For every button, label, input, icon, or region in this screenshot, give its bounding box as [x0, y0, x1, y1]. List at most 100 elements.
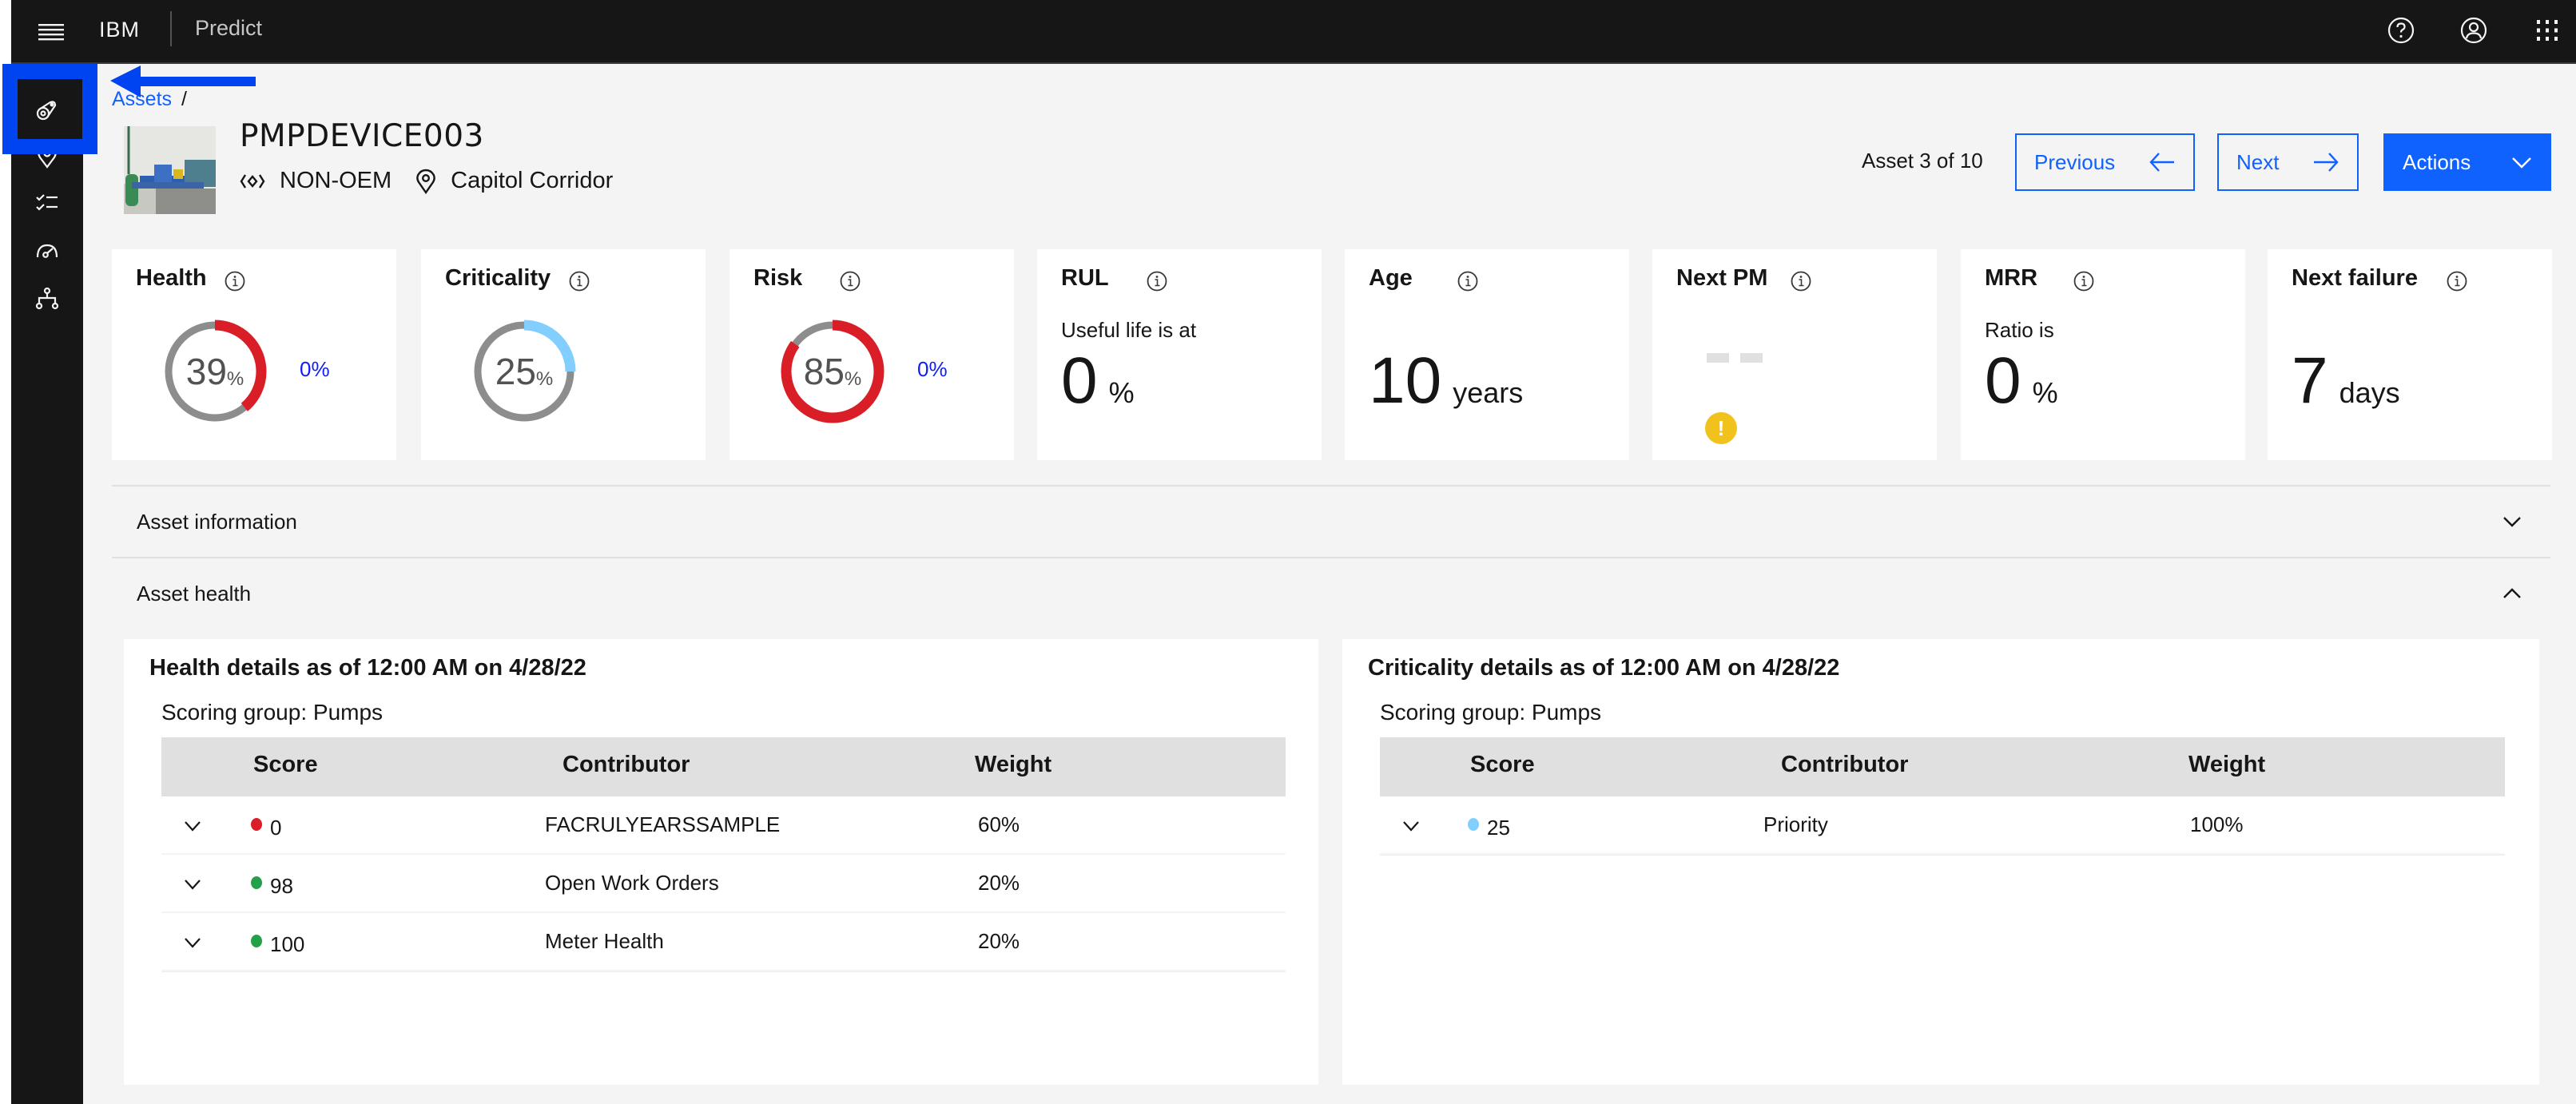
kpi-card-criticality: Criticality 25%	[421, 249, 706, 460]
accordion-title: Asset health	[137, 582, 252, 606]
score-value: 0	[270, 816, 282, 840]
criticality-contributors-table: Score Contributor Weight 25 Priority 100…	[1380, 737, 2505, 855]
product-name[interactable]: Predict	[195, 16, 262, 41]
status-dot	[251, 818, 262, 831]
actions-button[interactable]: Actions	[2383, 133, 2551, 191]
kpi-card-next-pm: Next PM !	[1652, 249, 1937, 460]
contributor-value: Meter Health	[545, 929, 664, 953]
weight-value: 60%	[978, 812, 1020, 836]
chevron-down-icon	[2512, 157, 2531, 169]
arrow-left-icon	[2149, 153, 2174, 172]
column-header-score[interactable]: Score	[1470, 752, 1535, 778]
kpi-card-risk: Risk 85% 0%	[729, 249, 1014, 460]
user-profile-button[interactable]	[2456, 13, 2491, 48]
criticality-gauge-value: 25%	[495, 351, 554, 392]
top-header: IBM Predict	[11, 0, 2576, 64]
risk-gauge-value: 85%	[803, 351, 862, 392]
status-dot	[251, 876, 262, 889]
pump-photo-image	[124, 126, 216, 214]
kpi-card-rul: RUL Useful life is at 0%	[1037, 249, 1322, 460]
column-header-weight[interactable]: Weight	[2188, 752, 2265, 778]
asset-icon	[36, 101, 57, 121]
scoring-group: Scoring group: Pumps	[161, 700, 384, 725]
kpi-card-health: Health 39% 0%	[112, 249, 396, 460]
health-gauge-value: 39%	[185, 351, 244, 392]
kpi-subtitle: Useful life is at	[1061, 318, 1197, 342]
breadcrumb-separator: /	[181, 88, 187, 110]
sidebar-item-hierarchy[interactable]	[11, 276, 83, 321]
info-icon[interactable]	[224, 270, 246, 292]
asset-thumbnail	[124, 126, 216, 214]
weight-value: 20%	[978, 871, 1020, 895]
chevron-down-icon	[2503, 517, 2521, 527]
checklist-icon	[36, 194, 58, 211]
accordion-asset-health[interactable]: Asset health	[112, 557, 2550, 629]
asset-location-label: Capitol Corridor	[451, 168, 614, 193]
warning-icon[interactable]: !	[1705, 412, 1737, 444]
info-icon[interactable]	[2446, 270, 2468, 292]
asset-title: PMPDEVICE003	[240, 118, 484, 154]
info-icon[interactable]	[839, 270, 861, 292]
info-icon[interactable]	[2073, 270, 2095, 292]
kpi-title: RUL	[1061, 265, 1109, 291]
status-dot	[1468, 818, 1479, 831]
sidebar-item-work[interactable]	[11, 181, 83, 225]
expand-row-chevron-icon[interactable]	[182, 932, 203, 953]
info-icon[interactable]	[1457, 270, 1479, 292]
weight-value: 100%	[2190, 812, 2244, 836]
contributor-value: Open Work Orders	[545, 871, 719, 895]
help-button[interactable]	[2383, 13, 2419, 48]
column-header-score[interactable]: Score	[253, 752, 318, 778]
asset-type-icon	[240, 173, 265, 189]
accordion-asset-information[interactable]: Asset information	[112, 485, 2550, 557]
hierarchy-icon	[35, 287, 59, 310]
asset-meta: NON-OEM Capitol Corridor	[240, 168, 637, 194]
panel-title: Criticality details as of 12:00 AM on 4/…	[1368, 655, 1840, 681]
criticality-details-panel: Criticality details as of 12:00 AM on 4/…	[1342, 639, 2539, 1085]
sidebar-item-locations[interactable]	[11, 134, 83, 179]
chevron-up-icon	[2503, 588, 2521, 598]
table-header: Score Contributor Weight	[1380, 737, 2505, 796]
breadcrumb-assets-link[interactable]: Assets	[112, 88, 172, 110]
kpi-value: 10 years	[1369, 344, 1524, 417]
empty-value-placeholder	[1707, 353, 1774, 363]
kpi-value: 0%	[1985, 344, 2058, 417]
column-header-weight[interactable]: Weight	[975, 752, 1051, 778]
table-row: 0 FACRULYEARSSAMPLE 60%	[161, 796, 1286, 855]
health-contributors-table: Score Contributor Weight 0 FACRULYEARSSA…	[161, 737, 1286, 971]
breadcrumb: Assets /	[112, 88, 187, 111]
arrow-right-icon	[2314, 153, 2339, 172]
expand-row-chevron-icon[interactable]	[1401, 816, 1421, 836]
hamburger-menu-icon	[38, 24, 64, 41]
brand-name[interactable]: IBM	[99, 18, 140, 42]
menu-button[interactable]	[35, 16, 67, 48]
actions-label: Actions	[2403, 149, 2471, 174]
sidebar-item-assets[interactable]	[11, 88, 83, 133]
expand-row-chevron-icon[interactable]	[182, 874, 203, 895]
kpi-title: MRR	[1985, 265, 2038, 291]
contributor-value: FACRULYEARSSAMPLE	[545, 812, 781, 836]
previous-label: Previous	[2034, 149, 2116, 174]
app-switcher-button[interactable]	[2530, 13, 2565, 48]
column-header-contributor[interactable]: Contributor	[1781, 752, 1908, 778]
column-header-contributor[interactable]: Contributor	[563, 752, 690, 778]
location-pin-icon	[416, 169, 435, 194]
score-value: 100	[270, 932, 305, 956]
info-icon[interactable]	[1146, 270, 1168, 292]
asset-pager-text: Asset 3 of 10	[1862, 149, 1983, 173]
info-icon[interactable]	[1790, 270, 1812, 292]
table-row: 25 Priority 100%	[1380, 796, 2505, 855]
kpi-title: Age	[1369, 265, 1413, 291]
kpi-card-next-failure: Next failure 7 days	[2268, 249, 2552, 460]
expand-row-chevron-icon[interactable]	[182, 816, 203, 836]
health-trend: 0%	[300, 357, 330, 381]
panel-title: Health details as of 12:00 AM on 4/28/22	[149, 655, 586, 681]
help-icon	[2387, 17, 2415, 44]
score-value: 98	[270, 874, 293, 898]
risk-trend: 0%	[917, 357, 948, 381]
info-icon[interactable]	[568, 270, 590, 292]
next-button[interactable]: Next	[2217, 133, 2359, 191]
sidebar-item-dashboard[interactable]	[11, 228, 83, 273]
previous-button[interactable]: Previous	[2015, 133, 2195, 191]
kpi-subtitle: Ratio is	[1985, 318, 2054, 342]
